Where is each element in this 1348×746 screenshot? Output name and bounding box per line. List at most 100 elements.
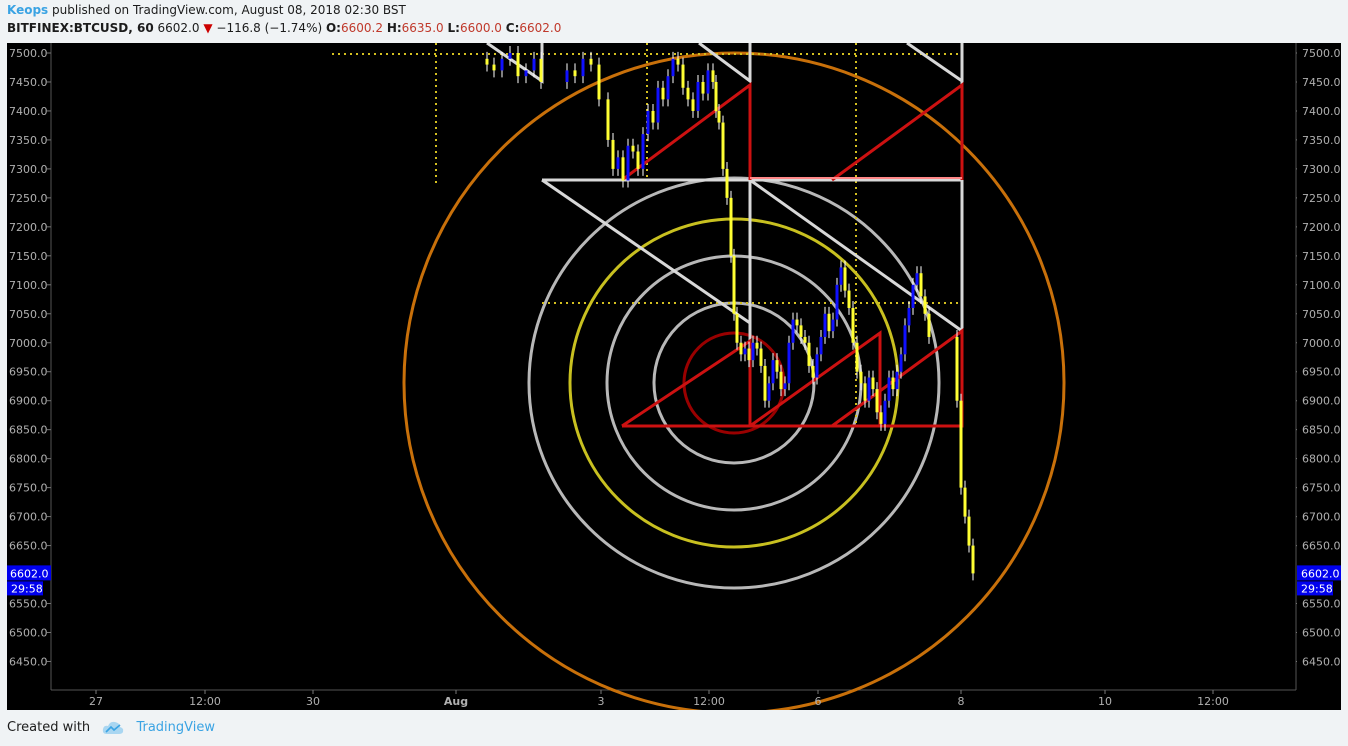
open-label: O: xyxy=(325,21,341,35)
left-tick-label: 7000.0 xyxy=(9,337,48,350)
low-value: 6600.0 xyxy=(459,21,502,35)
published-text: published on TradingView.com, August 08,… xyxy=(52,3,406,17)
symbol-line: BITFINEX:BTCUSD, 60 6602.0 ▼ −116.8 (−1.… xyxy=(7,21,561,35)
left-tick-label: 7450.0 xyxy=(9,76,48,89)
tradingview-link[interactable]: TradingView xyxy=(136,720,215,735)
symbol-name: BITFINEX:BTCUSD, 60 xyxy=(7,21,154,35)
candle-body xyxy=(835,284,839,320)
right-tick-label: 6500.0 xyxy=(1302,627,1341,640)
left-tick-label: 6850.0 xyxy=(9,424,48,437)
candle-body xyxy=(899,354,903,372)
candle-body xyxy=(867,377,871,401)
candle-body xyxy=(803,336,807,343)
chart-header: Keops published on TradingView.com, Augu… xyxy=(0,0,1348,42)
candle-body xyxy=(573,70,577,77)
left-tick-label: 7100.0 xyxy=(9,279,48,292)
price-chart[interactable]: 7500.0 7450.0 7400.0 7350.0 7300.0 7250.0 7200… xyxy=(7,41,1300,715)
time-tick-label: 8 xyxy=(958,695,965,708)
right-tick-label: 7150.0 xyxy=(1302,250,1341,263)
left-tick-label: 6900.0 xyxy=(9,395,48,408)
candle-body xyxy=(626,145,630,181)
candle-body xyxy=(500,58,504,71)
right-tick-label: 6700.0 xyxy=(1302,511,1341,524)
candle-body xyxy=(532,58,536,71)
candle-body xyxy=(847,290,851,308)
candle-body xyxy=(955,336,959,401)
left-tick-label: 6800.0 xyxy=(9,453,48,466)
candle-body xyxy=(783,383,787,390)
candle-body xyxy=(661,87,665,100)
right-tick-label: 6800.0 xyxy=(1302,453,1341,466)
candle-body xyxy=(485,58,489,65)
right-tick-label: 7300.0 xyxy=(1302,163,1341,176)
right-tick-label: 7450.0 xyxy=(1302,76,1341,89)
candle-body xyxy=(859,371,863,384)
candle-body xyxy=(676,58,680,65)
candle-body xyxy=(651,110,655,123)
right-tick-label: 6450.0 xyxy=(1302,655,1341,668)
left-tick-label: 6700.0 xyxy=(9,511,48,524)
candle-body xyxy=(751,342,755,361)
candle-body xyxy=(656,87,660,123)
candle-body xyxy=(524,70,528,77)
right-tick-label: 6750.0 xyxy=(1302,482,1341,495)
chart-background xyxy=(7,43,1297,710)
high-value: 6635.0 xyxy=(401,21,444,35)
candle-body xyxy=(923,296,927,314)
candle-body xyxy=(831,319,835,332)
candle-body xyxy=(755,342,759,349)
candle-body xyxy=(714,81,718,111)
candle-body xyxy=(967,516,971,546)
candle-body xyxy=(911,284,915,308)
candle-body xyxy=(811,365,815,378)
candle-body xyxy=(819,336,823,355)
time-tick-label: 12:00 xyxy=(1197,695,1229,708)
candle-body xyxy=(666,76,670,100)
time-tick-label: 6 xyxy=(815,695,822,708)
left-tick-label: 7250.0 xyxy=(9,192,48,205)
down-arrow-icon: ▼ xyxy=(203,21,213,35)
candle-body xyxy=(539,58,543,82)
candle-body xyxy=(799,325,803,337)
candle-body xyxy=(891,377,895,390)
time-tick-label: 10 xyxy=(1098,695,1112,708)
chart-area[interactable]: 7500.0 7450.0 7400.0 7350.0 7300.0 7250.0 7200… xyxy=(7,41,1300,715)
candle-body xyxy=(871,377,875,390)
candle-body xyxy=(565,70,569,82)
candle-body xyxy=(827,313,831,332)
candle-body xyxy=(791,319,795,343)
candle-body xyxy=(646,110,650,135)
price-change: −116.8 (−1.74%) xyxy=(216,21,323,35)
right-tick-label: 6950.0 xyxy=(1302,366,1341,379)
candle-body xyxy=(915,273,919,285)
time-tick-label: 12:00 xyxy=(693,695,725,708)
candle-body xyxy=(779,371,783,390)
candle-body xyxy=(851,307,855,343)
right-tick-label: 7100.0 xyxy=(1302,279,1341,292)
candle-body xyxy=(696,81,700,111)
candle-body xyxy=(606,99,610,140)
candle-body xyxy=(621,157,625,181)
candle-body xyxy=(787,342,791,384)
close-value: 6602.0 xyxy=(519,21,562,35)
candle-body xyxy=(919,273,923,297)
right-tick-label: 6850.0 xyxy=(1302,424,1341,437)
left-tick-label: 7500.0 xyxy=(9,47,48,60)
low-label: L: xyxy=(447,21,460,35)
candle-body xyxy=(747,348,751,361)
right-tick-label: 6900.0 xyxy=(1302,395,1341,408)
open-value: 6600.2 xyxy=(340,21,383,35)
right-tick-label: 7250.0 xyxy=(1302,192,1341,205)
high-label: H: xyxy=(386,21,402,35)
left-tick-label: 6450.0 xyxy=(9,655,48,668)
candle-body xyxy=(823,313,827,337)
author-link[interactable]: Keops xyxy=(7,3,48,17)
close-label: C: xyxy=(505,21,520,35)
last-price: 6602.0 xyxy=(157,21,200,35)
time-tick-label: 27 xyxy=(89,695,103,708)
candle-body xyxy=(927,313,931,337)
candle-body xyxy=(879,412,883,424)
right-tick-label: 7500.0 xyxy=(1302,47,1341,60)
candle-body xyxy=(863,383,867,401)
footer: Created with TradingView xyxy=(7,720,215,735)
